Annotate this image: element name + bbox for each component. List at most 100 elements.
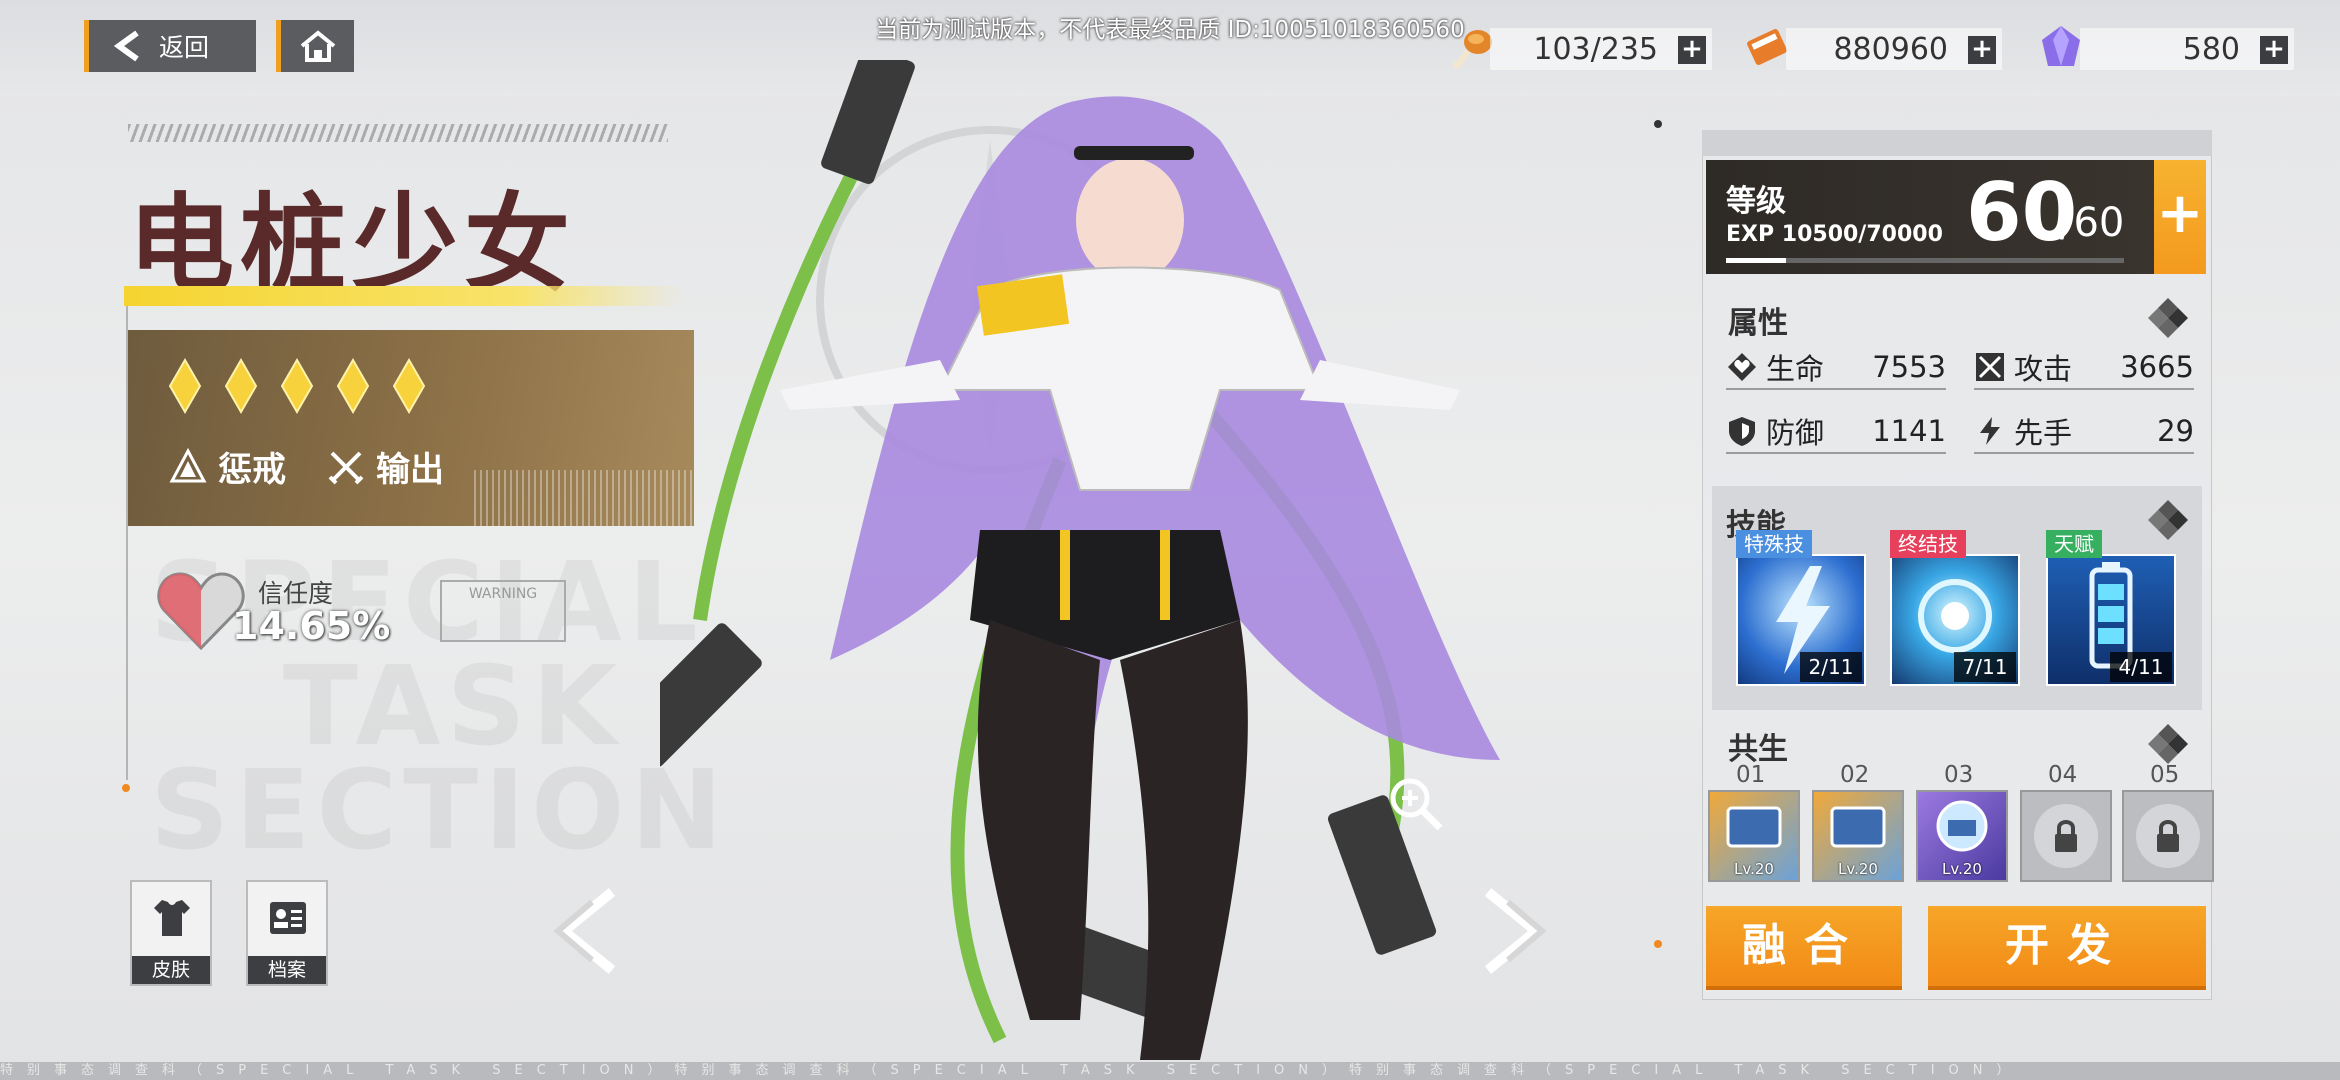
gold-plus-button[interactable]: +: [1968, 36, 1996, 64]
trust-value: 14.65%: [232, 604, 391, 648]
stat-attack: 攻击 3665: [1974, 346, 2194, 390]
star-rating: [168, 358, 426, 414]
skill-talent[interactable]: 天赋 4/11: [2046, 530, 2176, 686]
role-row: 惩戒 输出: [168, 442, 444, 491]
next-character-arrow[interactable]: [1478, 886, 1548, 976]
device-icon: [1726, 806, 1782, 848]
star-icon: [392, 358, 426, 414]
skills-section: 技能 特殊技 2/11 终结技 7/11 天赋 4/11: [1712, 486, 2202, 710]
defense-icon: [1729, 417, 1755, 446]
stat-value: 7553: [1872, 350, 1946, 384]
id-card-icon: [270, 902, 306, 934]
panel-grip: [1702, 130, 2212, 156]
level-max: /60: [2060, 200, 2125, 246]
lock-icon: [2136, 804, 2200, 868]
star-icon: [168, 358, 202, 414]
symbiosis-slot-4[interactable]: [2020, 790, 2112, 882]
decorative-dot: [1654, 120, 1662, 128]
stamina-plus-button[interactable]: +: [1678, 36, 1706, 64]
level-up-button[interactable]: +: [2154, 160, 2206, 274]
stat-defense: 防御 1141: [1726, 410, 1946, 454]
hp-icon: [1728, 353, 1756, 381]
diamond-cluster-icon[interactable]: [2146, 722, 2190, 766]
star-icon: [280, 358, 314, 414]
skill-tag: 天赋: [2046, 530, 2102, 558]
skin-label: 皮肤: [132, 956, 210, 984]
gem-counter: 580 +: [2080, 28, 2294, 70]
level-label: 等级: [1726, 184, 1786, 219]
stamina-value: 103/235: [1533, 31, 1658, 67]
stat-value: 3665: [2120, 350, 2194, 384]
symbiosis-slot-number: 02: [1840, 762, 1870, 788]
rank-panel: 惩戒 输出: [128, 330, 694, 526]
warning-label: WARNING: [440, 580, 566, 642]
gem-value: 580: [2182, 31, 2240, 67]
stat-name: 生命: [1766, 352, 1825, 386]
warning-text: WARNING: [468, 586, 538, 602]
skill-tag: 特殊技: [1736, 530, 1812, 558]
lock-icon: [2034, 804, 2098, 868]
symbiosis-slot-number: 01: [1736, 762, 1766, 788]
symbiosis-slot-number: 05: [2150, 762, 2180, 788]
star-icon: [336, 358, 370, 414]
skin-button[interactable]: 皮肤: [130, 880, 212, 986]
symbiosis-slot-2[interactable]: Lv.20: [1812, 790, 1904, 882]
stat-name: 先手: [2014, 416, 2073, 450]
decorative-stripe: [128, 124, 668, 142]
fuse-button[interactable]: 融合: [1706, 906, 1902, 990]
crossed-swords-icon: [328, 451, 364, 484]
speed-icon: [1980, 417, 2000, 445]
develop-button[interactable]: 开发: [1928, 906, 2206, 990]
symbiosis-level: Lv.20: [1734, 860, 1774, 878]
stat-value: 1141: [1872, 414, 1946, 448]
stat-value: 29: [2157, 414, 2194, 448]
character-illustration: [660, 60, 1500, 1060]
role-label: 输出: [376, 450, 444, 490]
crystal-icon: [2042, 26, 2080, 66]
level-card: 等级 EXP 10500/70000 60 /60 +: [1706, 160, 2206, 274]
symbiosis-slot-1[interactable]: Lv.20: [1708, 790, 1800, 882]
stat-hp: 生命 7553: [1726, 346, 1946, 390]
symbiosis-slot-3[interactable]: Lv.20: [1916, 790, 2008, 882]
skill-special[interactable]: 特殊技 2/11: [1736, 530, 1866, 686]
role-discipline: 惩戒: [168, 442, 286, 491]
decorative-dot: [1654, 940, 1662, 948]
diamond-cluster-icon[interactable]: [2146, 296, 2190, 340]
skill-level: 7/11: [1954, 652, 2016, 682]
footer-strip: 特别事态调查科（SPECIAL TASK SECTION）特别事态调查科（SPE…: [0, 1062, 2340, 1080]
symbiosis-level: Lv.20: [1838, 860, 1878, 878]
skill-level: 2/11: [1800, 652, 1862, 682]
symbiosis-slot-5[interactable]: [2122, 790, 2214, 882]
gem-plus-button[interactable]: +: [2260, 36, 2288, 64]
decorative-yellow-bar: [124, 286, 684, 306]
discipline-icon: [169, 447, 207, 482]
decorative-dot: [122, 784, 130, 792]
symbiosis-slot-number: 04: [2048, 762, 2078, 788]
skill-ultimate[interactable]: 终结技 7/11: [1890, 530, 2020, 686]
previous-character-arrow[interactable]: [552, 886, 622, 976]
skill-tag: 终结技: [1890, 530, 1966, 558]
stat-name: 防御: [1766, 416, 1825, 450]
zoom-in-icon[interactable]: [1386, 774, 1446, 834]
exp-bar-fill: [1726, 258, 1786, 263]
stat-speed: 先手 29: [1974, 410, 2194, 454]
gold-value: 880960: [1833, 31, 1948, 67]
book-icon: [1747, 29, 1787, 65]
attack-icon: [1976, 353, 2004, 381]
device-icon: [1830, 806, 1886, 848]
skill-level: 4/11: [2110, 652, 2172, 682]
stat-name: 攻击: [2014, 352, 2073, 386]
profile-label: 档案: [248, 956, 326, 984]
orb-device-icon: [1936, 800, 1988, 852]
role-output: 输出: [326, 442, 444, 491]
symbiosis-slot-number: 03: [1944, 762, 1974, 788]
gold-counter: 880960 +: [1786, 28, 2002, 70]
diamond-cluster-icon[interactable]: [2146, 498, 2190, 542]
exp-text: EXP 10500/70000: [1726, 222, 1943, 247]
symbiosis-level: Lv.20: [1942, 860, 1982, 878]
role-label: 惩戒: [218, 450, 286, 490]
profile-button[interactable]: 档案: [246, 880, 328, 986]
shirt-icon: [154, 900, 190, 936]
star-icon: [224, 358, 258, 414]
attributes-title: 属性: [1728, 306, 1788, 341]
